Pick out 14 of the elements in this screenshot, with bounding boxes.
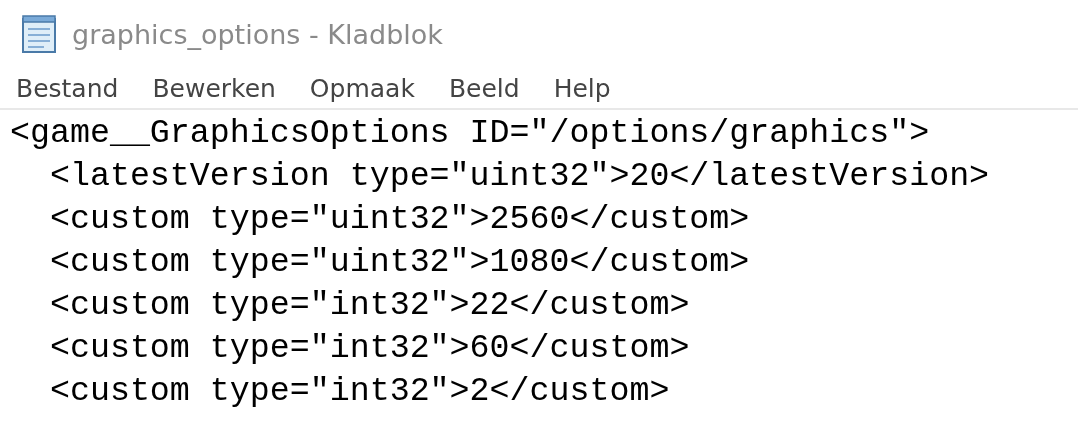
menu-item[interactable]: Help bbox=[553, 73, 611, 103]
window-title: graphics_options - Kladblok bbox=[72, 18, 443, 50]
menu-item[interactable]: Bestand bbox=[16, 73, 119, 103]
notepad-icon bbox=[20, 14, 58, 54]
text-line: <latestVersion type="uint32">20</latestVersion> bbox=[48, 156, 991, 197]
menu-item[interactable]: Bewerken bbox=[152, 73, 276, 103]
menu-item[interactable]: Beeld bbox=[448, 73, 520, 103]
text-line: <game__GraphicsOptions ID="/options/graphics"> bbox=[10, 113, 931, 154]
menu-item[interactable]: Opmaak bbox=[309, 73, 415, 103]
text-line: <custom type="uint32">2560</custom> bbox=[48, 199, 751, 240]
text-line: <custom type="uint32">1080</custom> bbox=[48, 242, 751, 283]
text-line: <custom type="int32">2</custom> bbox=[48, 371, 671, 412]
text-line: <custom type="int32">22</custom> bbox=[48, 285, 691, 326]
text-line: <custom type="int32">60</custom> bbox=[48, 328, 691, 369]
